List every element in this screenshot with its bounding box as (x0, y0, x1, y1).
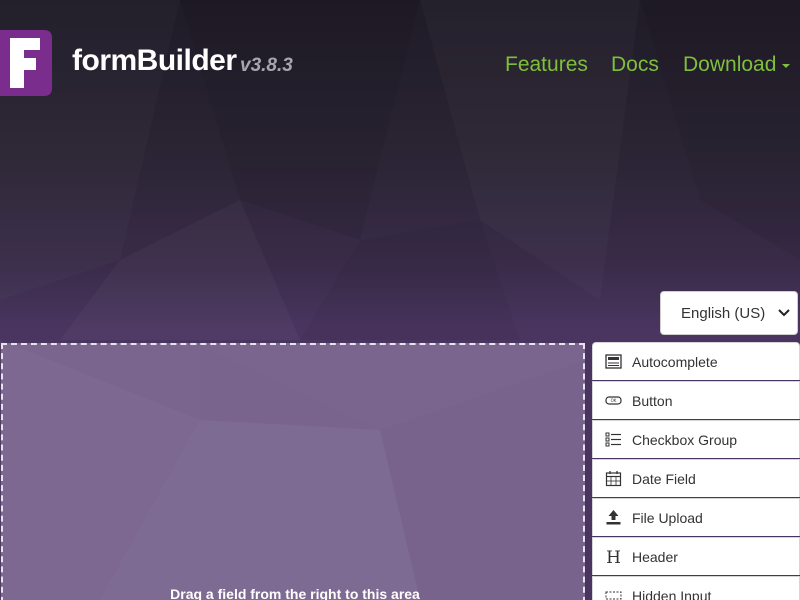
control-autocomplete[interactable]: Autocomplete (592, 342, 800, 380)
chevron-down-icon (778, 309, 790, 317)
upload-icon (606, 510, 621, 525)
hidden-input-icon (605, 591, 622, 600)
caret-down-icon[interactable] (782, 64, 790, 68)
checkbox-group-icon (605, 432, 621, 447)
control-label: Date Field (632, 471, 696, 487)
nav-link-features[interactable]: Features (505, 53, 588, 77)
control-label: Button (632, 393, 673, 409)
language-select[interactable]: English (US) (660, 291, 798, 335)
control-file-upload[interactable]: File Upload (592, 498, 800, 536)
field-controls-list: Autocomplete OK Button Checkbox Group Da… (592, 342, 800, 600)
nav-link-docs[interactable]: Docs (611, 53, 659, 77)
control-label: File Upload (632, 510, 703, 526)
drop-hint: Drag a field from the right to this area (170, 586, 420, 600)
form-drop-area[interactable]: Drag a field from the right to this area (1, 343, 585, 600)
brand-name[interactable]: formBuilder (72, 44, 237, 78)
calendar-icon (605, 471, 622, 487)
control-button[interactable]: OK Button (592, 381, 800, 419)
control-date-field[interactable]: Date Field (592, 459, 800, 497)
site-header: formBuilder v3.8.3 Features Docs Downloa… (0, 0, 800, 130)
svg-text:OK: OK (611, 398, 617, 403)
button-icon: OK (605, 396, 622, 405)
svg-text:H: H (606, 548, 621, 565)
language-select-value: English (US) (681, 305, 766, 322)
control-label: Autocomplete (632, 354, 718, 370)
control-header[interactable]: H Header (592, 537, 800, 575)
formbuilder-logo-icon[interactable] (0, 30, 52, 96)
control-hidden-input[interactable]: Hidden Input (592, 576, 800, 600)
nav-link-download[interactable]: Download (683, 53, 776, 77)
header-icon: H (606, 548, 621, 565)
control-label: Hidden Input (632, 588, 712, 600)
control-checkbox-group[interactable]: Checkbox Group (592, 420, 800, 458)
autocomplete-icon (605, 354, 622, 369)
control-label: Checkbox Group (632, 432, 738, 448)
version-label: v3.8.3 (240, 55, 293, 76)
control-label: Header (632, 549, 678, 565)
